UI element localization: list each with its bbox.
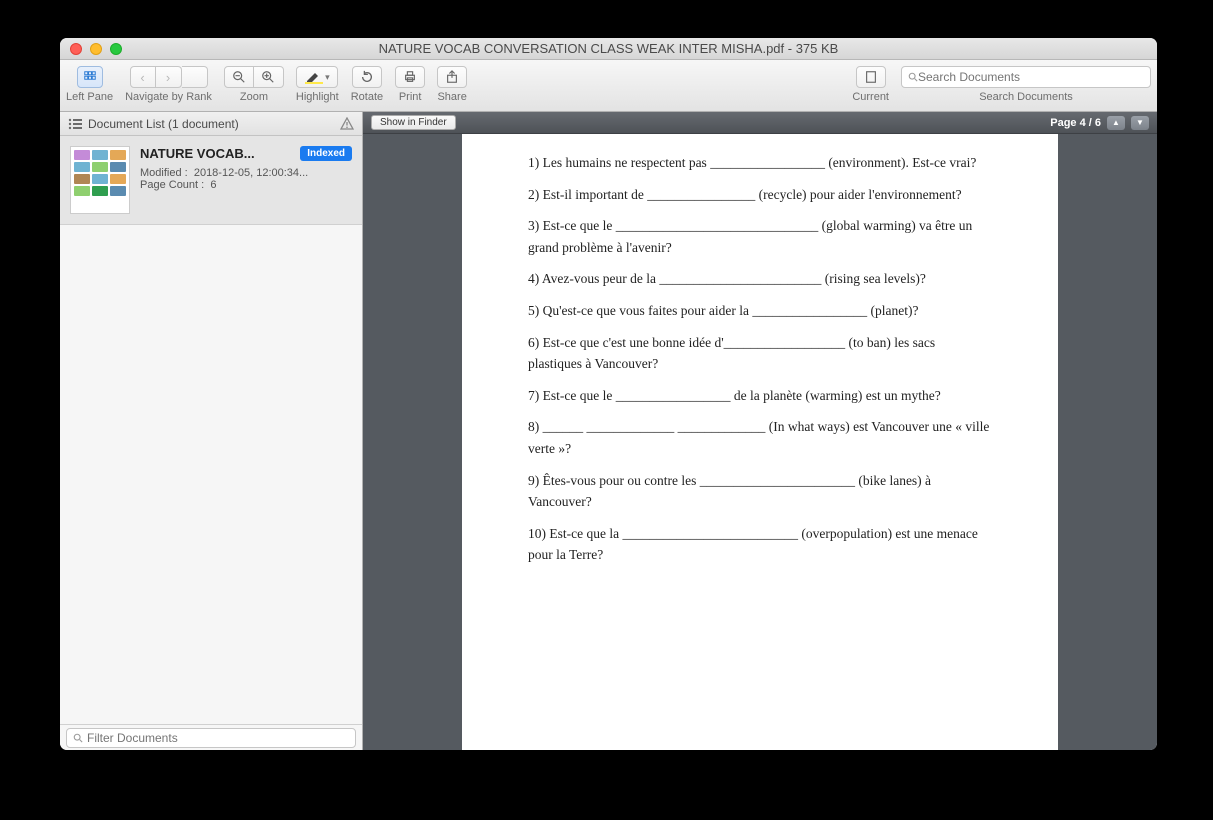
filter-field[interactable] bbox=[66, 728, 356, 748]
window-title: NATURE VOCAB CONVERSATION CLASS WEAK INT… bbox=[60, 41, 1157, 56]
grid-icon bbox=[84, 70, 96, 84]
pagecount-label: Page Count : bbox=[140, 179, 204, 191]
zoom-out-button[interactable] bbox=[224, 66, 254, 88]
modified-label: Modified : bbox=[140, 167, 188, 179]
zoom-label: Zoom bbox=[240, 91, 268, 103]
search-field[interactable] bbox=[901, 66, 1151, 88]
print-label: Print bbox=[399, 91, 422, 103]
document-title: NATURE VOCAB... bbox=[140, 146, 255, 161]
search-label: Search Documents bbox=[979, 91, 1073, 103]
search-input[interactable] bbox=[918, 70, 1144, 84]
main-header: Show in Finder Page 4 / 6 ▲ ▼ bbox=[363, 112, 1157, 134]
document-line: 2) Est-il important de ________________ … bbox=[528, 184, 992, 206]
current-label: Current bbox=[852, 91, 889, 103]
document-line: 4) Avez-vous peur de la ________________… bbox=[528, 268, 992, 290]
minimize-button[interactable] bbox=[90, 43, 102, 55]
share-button[interactable] bbox=[437, 66, 467, 88]
page-icon bbox=[864, 70, 878, 84]
search-icon bbox=[908, 72, 918, 82]
navigate-label: Navigate by Rank bbox=[125, 91, 212, 103]
document-line: 7) Est-ce que le _________________ de la… bbox=[528, 385, 992, 407]
indexed-badge: Indexed bbox=[300, 146, 352, 161]
chevron-down-icon: ▾ bbox=[325, 72, 330, 83]
highlight-button[interactable]: ▾ bbox=[296, 66, 338, 88]
zoom-in-icon bbox=[261, 70, 275, 84]
page-down-button[interactable]: ▼ bbox=[1131, 116, 1149, 130]
nav-forward-button[interactable]: › bbox=[156, 66, 182, 88]
titlebar: NATURE VOCAB CONVERSATION CLASS WEAK INT… bbox=[60, 38, 1157, 60]
zoom-out-icon bbox=[232, 70, 246, 84]
document-canvas[interactable]: 1) Les humains ne respectent pas _______… bbox=[363, 134, 1157, 750]
filter-input[interactable] bbox=[87, 731, 349, 745]
page-indicator: Page 4 / 6 bbox=[1050, 117, 1101, 129]
rotate-button[interactable] bbox=[352, 66, 382, 88]
zoom-in-button[interactable] bbox=[254, 66, 284, 88]
document-line: 5) Qu'est-ce que vous faites pour aider … bbox=[528, 300, 992, 322]
zoom-button[interactable] bbox=[110, 43, 122, 55]
document-line: 3) Est-ce que le _______________________… bbox=[528, 215, 992, 258]
pagecount-value: 6 bbox=[210, 179, 216, 191]
toolbar: Left Pane ‹ › Navigate by Rank Zoom ▾ Hi… bbox=[60, 60, 1157, 112]
traffic-lights bbox=[70, 43, 122, 55]
nav-rank-dropdown[interactable] bbox=[182, 66, 208, 88]
document-line: 9) Êtes-vous pour ou contre les ________… bbox=[528, 470, 992, 513]
share-icon bbox=[445, 70, 459, 84]
document-line: 1) Les humains ne respectent pas _______… bbox=[528, 152, 992, 174]
sidebar-heading: Document List (1 document) bbox=[88, 117, 239, 131]
document-line: 6) Est-ce que c'est une bonne idée d'___… bbox=[528, 332, 992, 375]
current-button[interactable] bbox=[856, 66, 886, 88]
document-info: NATURE VOCAB... Indexed Modified : 2018-… bbox=[140, 146, 352, 214]
sidebar-header: Document List (1 document) bbox=[60, 112, 362, 136]
search-icon bbox=[73, 733, 83, 743]
triangle-down-icon: ▼ bbox=[1136, 118, 1144, 127]
chevron-right-icon: › bbox=[166, 70, 170, 85]
triangle-up-icon: ▲ bbox=[1112, 118, 1120, 127]
nav-back-button[interactable]: ‹ bbox=[130, 66, 156, 88]
list-icon bbox=[68, 118, 82, 130]
modified-value: 2018-12-05, 12:00:34... bbox=[194, 167, 308, 179]
app-window: NATURE VOCAB CONVERSATION CLASS WEAK INT… bbox=[60, 38, 1157, 750]
rotate-label: Rotate bbox=[351, 91, 383, 103]
printer-icon bbox=[403, 70, 417, 84]
pdf-page: 1) Les humains ne respectent pas _______… bbox=[462, 134, 1058, 750]
warning-icon[interactable] bbox=[340, 117, 354, 131]
left-pane-label: Left Pane bbox=[66, 91, 113, 103]
sidebar: Document List (1 document) NATURE VOCAB.… bbox=[60, 112, 363, 750]
highlight-label: Highlight bbox=[296, 91, 339, 103]
document-line: 10) Est-ce que la ______________________… bbox=[528, 523, 992, 566]
close-button[interactable] bbox=[70, 43, 82, 55]
page-up-button[interactable]: ▲ bbox=[1107, 116, 1125, 130]
share-label: Share bbox=[437, 91, 466, 103]
rotate-icon bbox=[360, 70, 374, 84]
highlighter-icon bbox=[305, 70, 323, 84]
filter-bar bbox=[60, 724, 362, 750]
document-line: 8) ______ _____________ _____________ (I… bbox=[528, 416, 992, 459]
content-area: Document List (1 document) NATURE VOCAB.… bbox=[60, 112, 1157, 750]
document-row[interactable]: NATURE VOCAB... Indexed Modified : 2018-… bbox=[60, 136, 362, 225]
print-button[interactable] bbox=[395, 66, 425, 88]
show-in-finder-button[interactable]: Show in Finder bbox=[371, 115, 456, 130]
main-panel: Show in Finder Page 4 / 6 ▲ ▼ 1) Les hum… bbox=[363, 112, 1157, 750]
chevron-left-icon: ‹ bbox=[140, 70, 144, 85]
document-thumbnail bbox=[70, 146, 130, 214]
left-pane-toggle[interactable] bbox=[77, 66, 103, 88]
